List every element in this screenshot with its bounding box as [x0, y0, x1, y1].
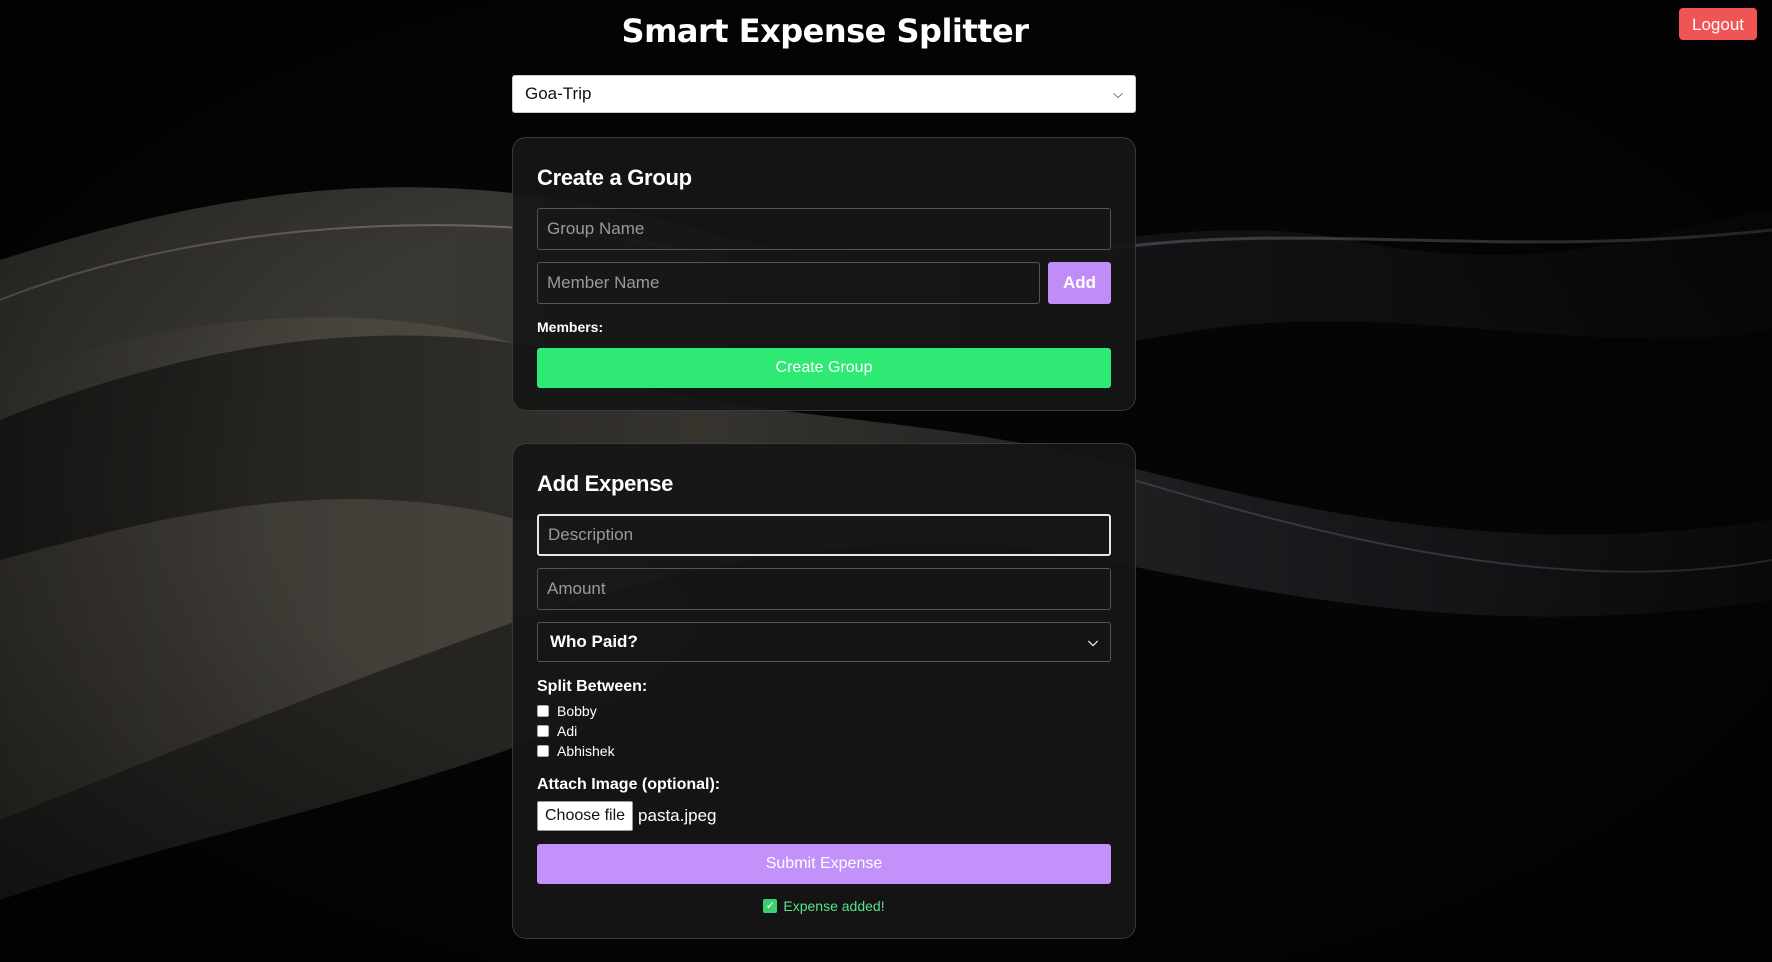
- checkbox[interactable]: [537, 725, 549, 737]
- page-title: Smart Expense Splitter: [621, 12, 1029, 50]
- create-group-card: Create a Group Group Name Member Name Ad…: [512, 137, 1136, 411]
- file-input[interactable]: Choose file pasta.jpeg: [537, 801, 1111, 831]
- status-message: ✓ Expense added!: [537, 898, 1111, 914]
- checkbox[interactable]: [537, 745, 549, 757]
- members-label: Members:: [537, 319, 604, 335]
- add-member-button[interactable]: Add: [1048, 262, 1111, 304]
- attach-image-label: Attach Image (optional):: [537, 776, 721, 793]
- file-name: pasta.jpeg: [638, 806, 717, 825]
- description-input[interactable]: Description: [537, 514, 1111, 556]
- create-group-button[interactable]: Create Group: [537, 348, 1111, 388]
- add-expense-card: Add Expense Description Amount Who Paid?…: [512, 443, 1136, 939]
- split-member-abhishek[interactable]: Abhishek: [537, 741, 1111, 761]
- split-member-adi[interactable]: Adi: [537, 721, 1111, 741]
- group-name-input[interactable]: Group Name: [537, 208, 1111, 250]
- chevron-down-icon: ⌵: [1113, 86, 1123, 101]
- chevron-down-icon: ⌵: [1088, 634, 1098, 649]
- member-name-input[interactable]: Member Name: [537, 262, 1040, 304]
- amount-input[interactable]: Amount: [537, 568, 1111, 610]
- group-select[interactable]: Goa-Trip ⌵: [512, 75, 1136, 113]
- logout-button[interactable]: Logout: [1679, 8, 1757, 40]
- checkbox[interactable]: [537, 705, 549, 717]
- checkmark-icon: ✓: [763, 899, 778, 913]
- create-group-heading: Create a Group: [537, 165, 692, 190]
- split-member-bobby[interactable]: Bobby: [537, 701, 1111, 721]
- split-between-label: Split Between:: [537, 678, 648, 695]
- choose-file-button[interactable]: Choose file: [537, 801, 634, 831]
- group-select-value: Goa-Trip: [525, 84, 592, 103]
- add-expense-heading: Add Expense: [537, 471, 674, 496]
- submit-expense-button[interactable]: Submit Expense: [537, 844, 1111, 884]
- who-paid-select[interactable]: Who Paid? ⌵: [537, 622, 1111, 662]
